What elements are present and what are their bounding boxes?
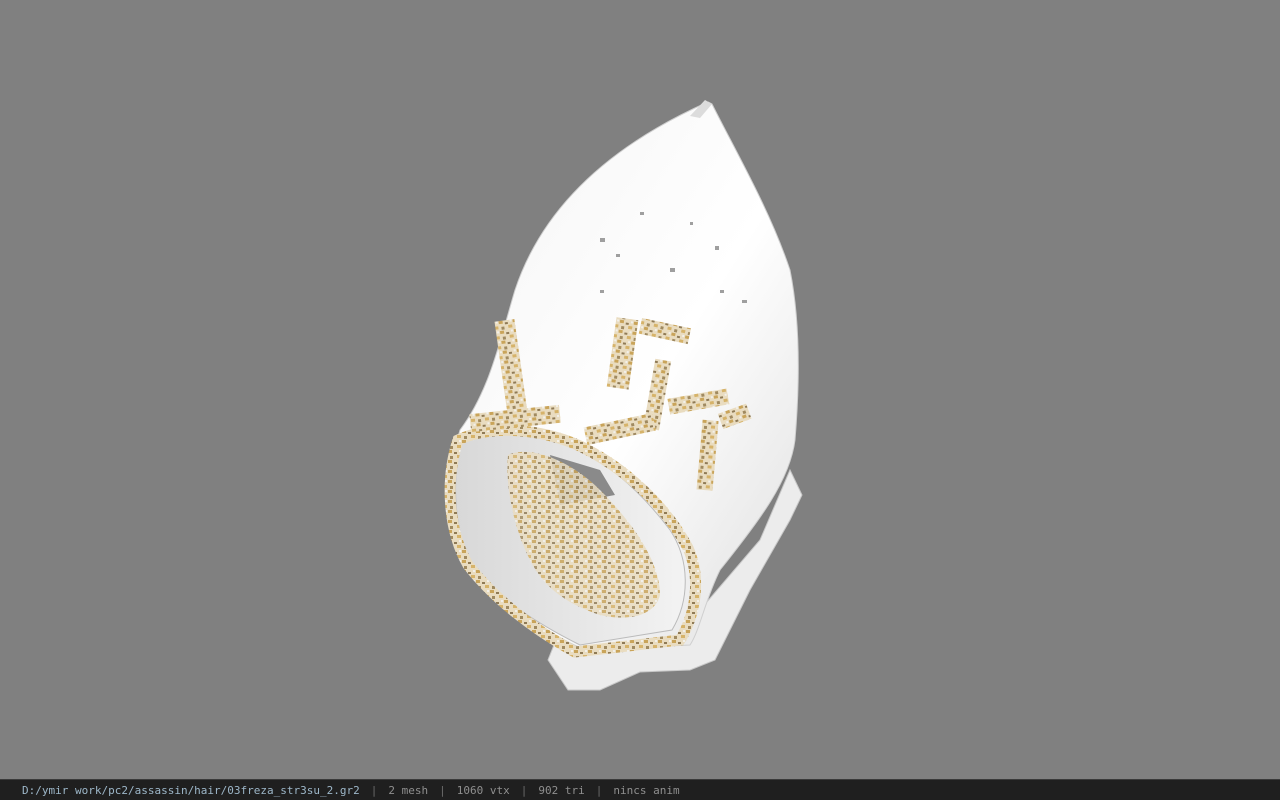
mesh-count: 2 mesh: [388, 783, 429, 797]
triangle-count: 902 tri: [538, 783, 585, 797]
hooded-helmet-model: [444, 100, 803, 691]
separator: |: [520, 783, 528, 797]
status-bar: D:/ymir work/pc2/assassin/hair/03freza_s…: [0, 779, 1280, 800]
separator: |: [595, 783, 603, 797]
file-path: D:/ymir work/pc2/assassin/hair/03freza_s…: [22, 783, 360, 797]
3d-viewport[interactable]: [0, 0, 1280, 778]
separator: |: [370, 783, 378, 797]
vertex-count: 1060 vtx: [456, 783, 510, 797]
animation-status: nincs anim: [613, 783, 680, 797]
separator: |: [439, 783, 446, 797]
